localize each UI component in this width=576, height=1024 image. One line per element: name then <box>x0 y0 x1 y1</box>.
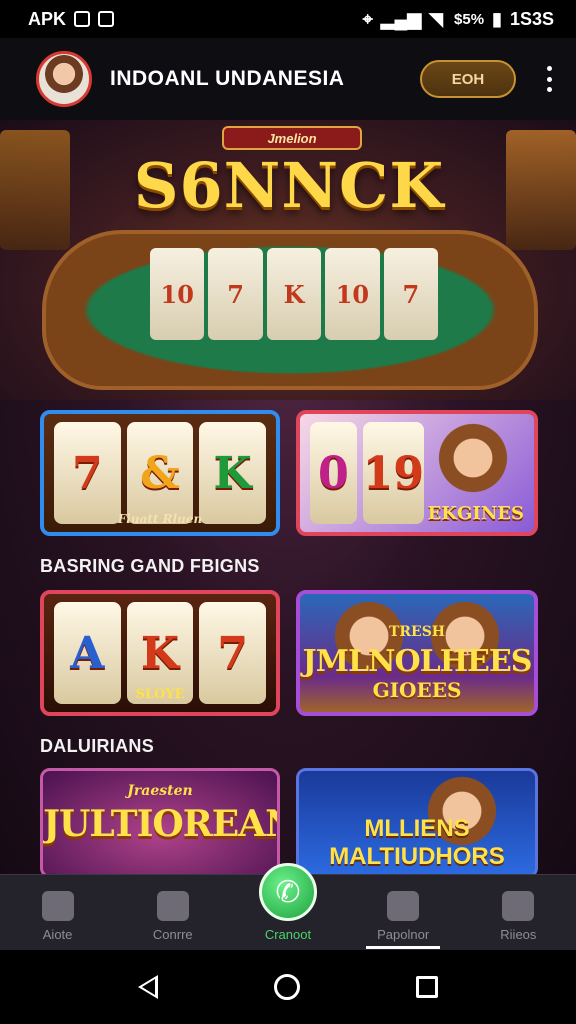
nav-label: Cranoot <box>264 927 312 942</box>
wifi-icon: ◥ <box>429 8 444 29</box>
battery-icon: ▮ <box>492 8 502 29</box>
reel: 7 <box>54 422 121 524</box>
status-bar: APK ⌖ ▂▄▆ ◥ $5% ▮ 1S3S <box>0 0 576 38</box>
signal-icon: ▂▄▆ <box>380 8 422 29</box>
image-icon <box>98 11 115 27</box>
slot-machine-image <box>0 130 70 250</box>
reel: & <box>126 422 194 524</box>
location-icon: ⌖ <box>362 8 373 29</box>
nav-item-center[interactable]: Conrre <box>123 891 223 942</box>
game-tile[interactable]: MLLIENS MALTIUDHORS <box>296 768 538 874</box>
reel-row: 0 19 <box>310 422 424 524</box>
game-tile[interactable]: 7 & K Fiuatt Rluen <box>40 410 280 536</box>
tile-label: JULTIOREAN <box>43 803 280 845</box>
back-icon[interactable] <box>138 975 158 999</box>
hero-reel: 7 <box>208 248 263 340</box>
status-left: APK <box>28 8 115 30</box>
app-title: INDOANL UNDANESIA <box>110 67 345 90</box>
profile-icon <box>41 891 74 921</box>
reel: 19 <box>362 422 424 524</box>
nav-label: Riieos <box>500 927 537 942</box>
nav-item-videos[interactable]: Riieos <box>468 891 568 942</box>
tile-label: Fiuatt Rluen <box>117 512 203 526</box>
status-label: APK <box>28 8 67 29</box>
trophy-icon <box>387 891 420 921</box>
home-circle-icon[interactable] <box>274 974 300 1000</box>
nav-label: Conrre <box>152 927 193 942</box>
game-tile[interactable]: TRESH JMLNOLHEES GIOEES <box>296 590 538 716</box>
hero-title: S6NNCK <box>133 148 445 222</box>
video-icon <box>502 891 535 921</box>
game-tile[interactable]: 0 19 EKGINES <box>296 410 538 536</box>
tile-label: MLLIENS MALTIUDHORS <box>329 815 505 870</box>
app-header: INDOANL UNDANESIA EOH <box>0 38 576 120</box>
clock: 1S3S <box>509 8 554 29</box>
nav-active-indicator <box>366 946 440 949</box>
reel-row: 7 & K <box>54 422 267 524</box>
hero-reels: 10 7 K 10 7 <box>150 248 439 340</box>
tile-label-top: Jraesten <box>127 783 193 799</box>
status-right: ⌖ ▂▄▆ ◥ $5% ▮ 1S3S <box>363 9 554 30</box>
reel: K <box>199 422 267 524</box>
game-tile[interactable]: A K 7 SLOYE <box>40 590 280 716</box>
nav-label: Papolnor <box>377 927 430 942</box>
hero-banner[interactable]: 10 7 K 10 7 Jmelion S6NNCK <box>0 120 576 400</box>
home-icon <box>156 891 189 921</box>
tile-label: SLOYE <box>135 687 185 702</box>
hero-reel: 7 <box>383 248 439 340</box>
tile-label-sub: GIOEES <box>372 678 462 702</box>
game-tile[interactable]: Jraesten JULTIOREAN <box>40 768 280 874</box>
nav-label: Aiote <box>42 927 73 942</box>
tile-label-top: TRESH <box>388 624 446 640</box>
bottom-nav: Aiote Conrre ✆ Cranoot Papolnor Riieos <box>0 863 576 950</box>
section-heading: DALUIRIANS <box>40 736 154 756</box>
hero-reel: 10 <box>150 248 205 340</box>
battery-percent: $5% <box>451 10 485 28</box>
phone-icon: ✆ <box>258 863 317 921</box>
recent-apps-icon[interactable] <box>416 976 438 998</box>
main-content[interactable]: 10 7 K 10 7 Jmelion S6NNCK 7 & K Fiuatt … <box>0 120 576 874</box>
header-action-button[interactable]: EOH <box>420 60 516 98</box>
notification-icon <box>74 11 91 27</box>
reel: 0 <box>310 422 357 524</box>
slot-machine-image <box>506 130 576 250</box>
system-nav-bar <box>0 950 576 1024</box>
nav-item-profile[interactable]: Aiote <box>8 891 108 942</box>
tile-label: JMLNOLHEES <box>302 644 533 679</box>
hero-reel: 10 <box>325 248 380 340</box>
more-options-icon[interactable] <box>542 66 556 92</box>
hero-reel: K <box>266 248 322 340</box>
tile-label: EKGINES <box>427 503 524 524</box>
nav-item-contact[interactable]: ✆ Cranoot <box>238 863 338 942</box>
avatar[interactable] <box>36 51 92 107</box>
nav-item-popular[interactable]: Papolnor <box>353 891 453 942</box>
section-heading: BASRING GAND FBIGNS <box>40 556 260 576</box>
